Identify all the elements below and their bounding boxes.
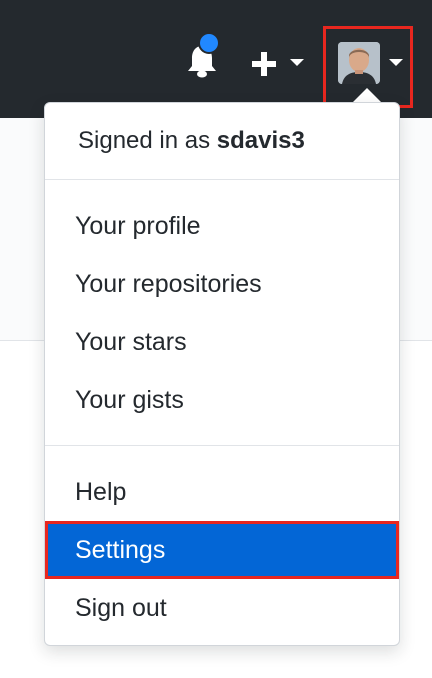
create-new-button[interactable] (250, 46, 310, 78)
username: sdavis3 (216, 127, 305, 154)
chevron-down-icon (389, 59, 403, 66)
menu-item-your-profile[interactable]: Your profile (45, 197, 399, 255)
divider (45, 179, 399, 180)
divider (45, 445, 399, 446)
menu-item-your-gists[interactable]: Your gists (45, 371, 399, 429)
dropdown-pointer (353, 88, 381, 102)
plus-icon (252, 52, 276, 76)
signed-in-prefix: Signed in as (78, 127, 211, 154)
chevron-down-icon (290, 59, 304, 66)
avatar-image (338, 42, 380, 84)
menu-item-your-stars[interactable]: Your stars (45, 313, 399, 371)
menu-item-sign-out[interactable]: Sign out (45, 579, 399, 637)
menu-item-help[interactable]: Help (45, 463, 399, 521)
user-dropdown-menu: Signed in as sdavis3 Your profile Your r… (44, 102, 400, 646)
avatar (338, 42, 380, 84)
menu-item-settings[interactable]: Settings (45, 521, 399, 579)
notification-badge (198, 32, 220, 54)
signed-in-header: Signed in as sdavis3 (78, 127, 305, 155)
menu-item-your-repositories[interactable]: Your repositories (45, 255, 399, 313)
